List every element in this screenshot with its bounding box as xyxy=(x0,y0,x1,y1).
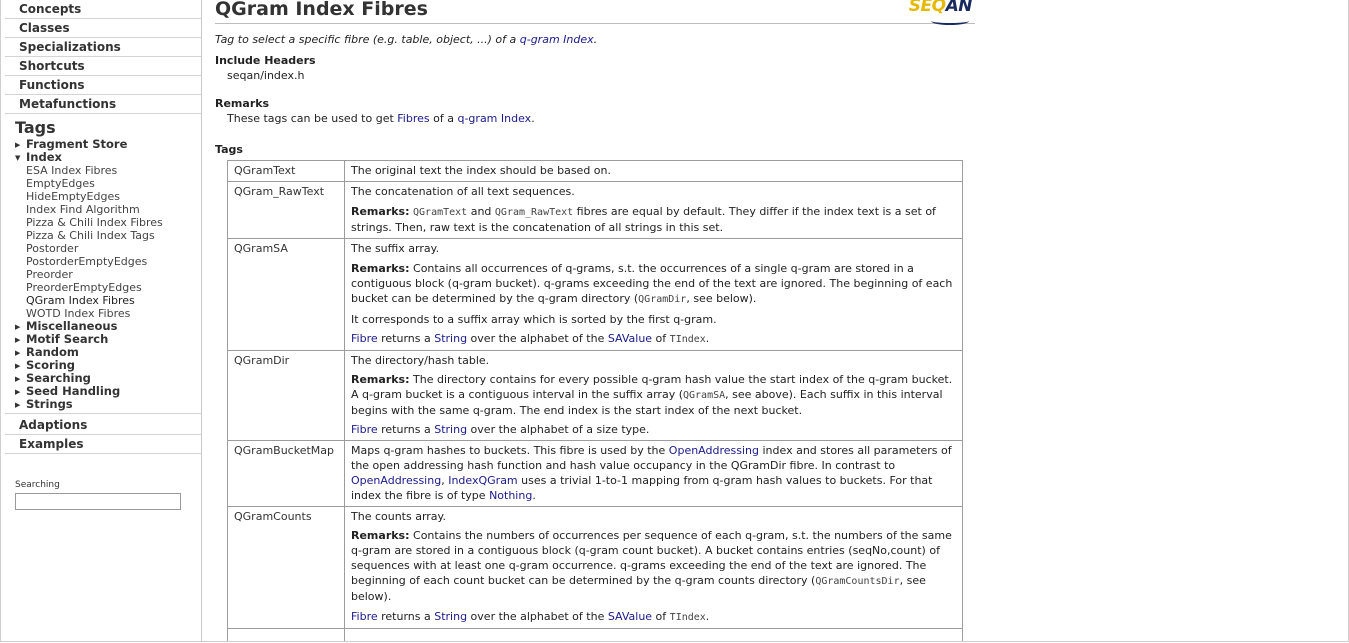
sidebar-divider xyxy=(5,413,201,414)
table-row: QGramDir The directory/hash table. Remar… xyxy=(227,350,963,441)
sidebar-item-label: Adaptions xyxy=(19,418,88,432)
sidebar-item-label: Specializations xyxy=(19,40,121,54)
tag-description: The directory/hash table. Remarks: The d… xyxy=(344,350,963,441)
link-qgram-index[interactable]: q-gram Index xyxy=(457,112,531,125)
search-block: Searching xyxy=(15,480,181,510)
title-bar: QGram Index Fibres SEQAN xyxy=(215,0,975,25)
link-savalue[interactable]: SAValue xyxy=(608,610,652,623)
tag-name: QGramBucketMap xyxy=(227,440,345,507)
tag-description: The concatenation of all text sequences.… xyxy=(344,181,963,239)
sidebar-item-classes[interactable]: Classes xyxy=(5,19,201,38)
table-row: QGramCounts The counts array. Remarks: C… xyxy=(227,506,963,629)
search-input[interactable] xyxy=(15,493,181,510)
page-description: Tag to select a specific fibre (e.g. tab… xyxy=(215,33,598,46)
link-fibre[interactable]: Fibre xyxy=(351,610,378,623)
link-string[interactable]: String xyxy=(434,423,467,436)
remarks-text: These tags can be used to get Fibres of … xyxy=(227,112,535,125)
link-nothing[interactable]: Nothing xyxy=(489,489,532,502)
sidebar-item-metafunctions[interactable]: Metafunctions xyxy=(5,95,201,114)
sidebar-subitem-preorderemptyedges[interactable]: PreorderEmptyEdges xyxy=(1,281,201,294)
link-string[interactable]: String xyxy=(434,332,467,345)
link-openaddressing[interactable]: OpenAddressing xyxy=(351,474,441,487)
triangle-right-icon: ▶ xyxy=(15,401,21,409)
sidebar-subitem-emptyedges[interactable]: EmptyEdges xyxy=(1,177,201,190)
page-title: QGram Index Fibres xyxy=(215,0,428,20)
link-indexqgram[interactable]: IndexQGram xyxy=(448,474,517,487)
sidebar-item-adaptions[interactable]: Adaptions xyxy=(5,416,201,435)
tag-name: QGram_RawText xyxy=(227,181,345,239)
sidebar-item-label: Concepts xyxy=(19,2,82,16)
sidebar-category-index[interactable]: ▼ Index xyxy=(1,151,201,164)
seqan-logo[interactable]: SEQAN xyxy=(909,0,973,18)
tag-description: The counts array. Remarks: Contains the … xyxy=(344,506,963,629)
sidebar-item-label: Examples xyxy=(19,437,84,451)
sidebar-item-examples[interactable]: Examples xyxy=(5,435,201,454)
tags-heading: Tags xyxy=(215,143,243,156)
tag-description xyxy=(344,628,963,641)
sidebar-subitem-pizza-chili-index-tags[interactable]: Pizza & Chili Index Tags xyxy=(1,229,201,242)
sidebar-item-label: Shortcuts xyxy=(19,59,85,73)
sidebar-category-strings[interactable]: ▶ Strings xyxy=(1,398,201,411)
sidebar-item-concepts[interactable]: Concepts xyxy=(5,0,201,19)
sidebar-subitem-esa-index-fibres[interactable]: ESA Index Fibres xyxy=(1,164,201,177)
sidebar-subitem-index-find-algorithm[interactable]: Index Find Algorithm xyxy=(1,203,201,216)
table-row: QGramBucketMap Maps q-gram hashes to buc… xyxy=(227,440,963,507)
sidebar-item-shortcuts[interactable]: Shortcuts xyxy=(5,57,201,76)
sidebar-subitem-qgram-index-fibres[interactable]: QGram Index Fibres xyxy=(1,294,201,307)
tag-name: QGramSA xyxy=(227,238,345,351)
browser-viewport: Concepts Classes Specializations Shortcu… xyxy=(0,0,1349,642)
sidebar-item-label: Metafunctions xyxy=(19,97,117,111)
link-savalue[interactable]: SAValue xyxy=(608,332,652,345)
sidebar-item-functions[interactable]: Functions xyxy=(5,76,201,95)
sidebar-nav: Concepts Classes Specializations Shortcu… xyxy=(1,0,202,641)
sidebar-item-specializations[interactable]: Specializations xyxy=(5,38,201,57)
search-label: Searching xyxy=(15,480,60,490)
sidebar-subitem-preorder[interactable]: Preorder xyxy=(1,268,201,281)
tags-table: QGramText The original text the index sh… xyxy=(227,160,963,641)
table-row xyxy=(227,628,963,641)
tag-description: Maps q-gram hashes to buckets. This fibr… xyxy=(344,440,963,507)
tag-description: The original text the index should be ba… xyxy=(344,160,963,182)
table-row: QGram_RawText The concatenation of all t… xyxy=(227,181,963,239)
tag-name: QGramText xyxy=(227,160,345,182)
sidebar-tags-heading: Tags xyxy=(15,118,56,137)
sidebar-subitem-hideemptyedges[interactable]: HideEmptyEdges xyxy=(1,190,201,203)
tag-description: The suffix array. Remarks: Contains all … xyxy=(344,238,963,351)
link-fibres[interactable]: Fibres xyxy=(397,112,429,125)
sidebar-item-label: Classes xyxy=(19,21,70,35)
tag-name: QGramCounts xyxy=(227,506,345,629)
sidebar-subitem-pizza-chili-index-fibres[interactable]: Pizza & Chili Index Fibres xyxy=(1,216,201,229)
link-string[interactable]: String xyxy=(434,610,467,623)
table-row: QGramSA The suffix array. Remarks: Conta… xyxy=(227,238,963,351)
include-headers-value: seqan/index.h xyxy=(227,69,305,82)
main-content: QGram Index Fibres SEQAN Tag to select a… xyxy=(215,0,975,641)
sidebar-subitem-postorderemptyedges[interactable]: PostorderEmptyEdges xyxy=(1,255,201,268)
link-fibre[interactable]: Fibre xyxy=(351,332,378,345)
remarks-heading: Remarks xyxy=(215,97,270,110)
sidebar-item-label: Functions xyxy=(19,78,85,92)
sidebar-subitem-postorder[interactable]: Postorder xyxy=(1,242,201,255)
logo-swoosh xyxy=(931,17,969,25)
link-fibre[interactable]: Fibre xyxy=(351,423,378,436)
include-headers-heading: Include Headers xyxy=(215,54,316,67)
triangle-down-icon: ▼ xyxy=(15,154,21,162)
tag-name: QGramDir xyxy=(227,350,345,441)
link-openaddressing[interactable]: OpenAddressing xyxy=(669,444,759,457)
tag-name xyxy=(227,628,345,641)
table-row: QGramText The original text the index sh… xyxy=(227,160,963,182)
link-qgram-index[interactable]: q-gram Index xyxy=(520,33,594,46)
